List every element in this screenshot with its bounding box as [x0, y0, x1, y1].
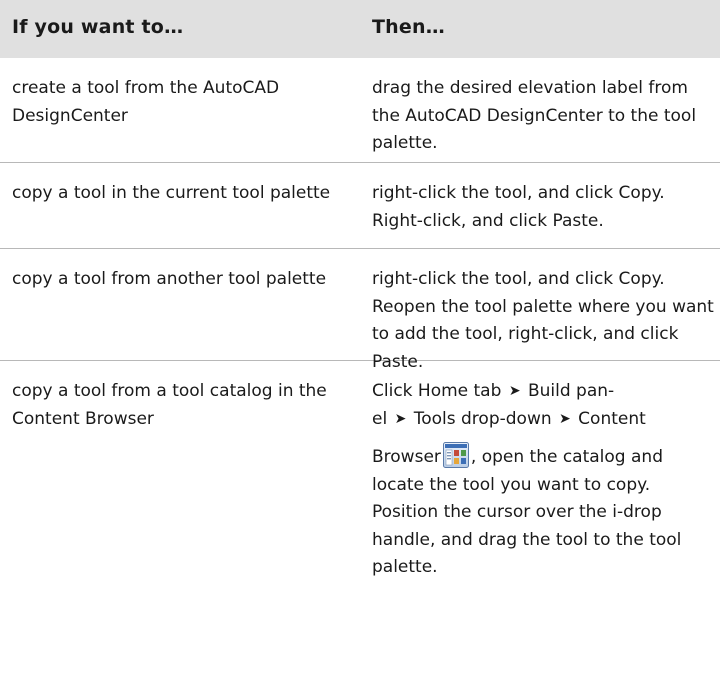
action-text: Build pan-	[527, 381, 615, 401]
arrow-icon: ➤	[394, 410, 407, 427]
task-cell: copy a tool from another tool palette	[12, 269, 327, 289]
header-col2: Then…	[372, 16, 445, 38]
action-text: Content	[578, 408, 646, 429]
action-cell: right-click the tool, and click Copy. Re…	[372, 269, 714, 372]
action-text: el	[372, 408, 388, 429]
table-row: copy a tool from another tool palette ri…	[0, 249, 720, 372]
action-cell: Click Home tab ➤ Build pan- el ➤ Tools d…	[372, 378, 717, 582]
task-cell: copy a tool in the current tool palette	[12, 183, 331, 203]
arrow-icon: ➤	[508, 383, 521, 399]
task-cell: create a tool from the AutoCAD DesignCen…	[12, 78, 280, 126]
action-text: Click Home tab	[372, 381, 502, 401]
table-row: copy a tool from a tool catalog in the C…	[0, 361, 720, 674]
action-text: Tools drop-down	[413, 408, 552, 429]
action-cell: right-click the tool, and click Copy. Ri…	[372, 183, 665, 231]
task-cell: copy a tool from a tool catalog in the C…	[12, 381, 327, 429]
table-row: create a tool from the AutoCAD DesignCen…	[0, 58, 720, 163]
action-cell: drag the desired elevation label from th…	[372, 78, 697, 153]
arrow-icon: ➤	[559, 410, 571, 427]
action-text: Browser	[372, 447, 441, 467]
instructions-table: If you want to… Then… create a tool from…	[0, 0, 720, 674]
table-header: If you want to… Then…	[0, 0, 720, 58]
table-row: copy a tool in the current tool palette …	[0, 163, 720, 249]
header-col1: If you want to…	[12, 16, 184, 38]
content-browser-icon	[442, 442, 469, 468]
